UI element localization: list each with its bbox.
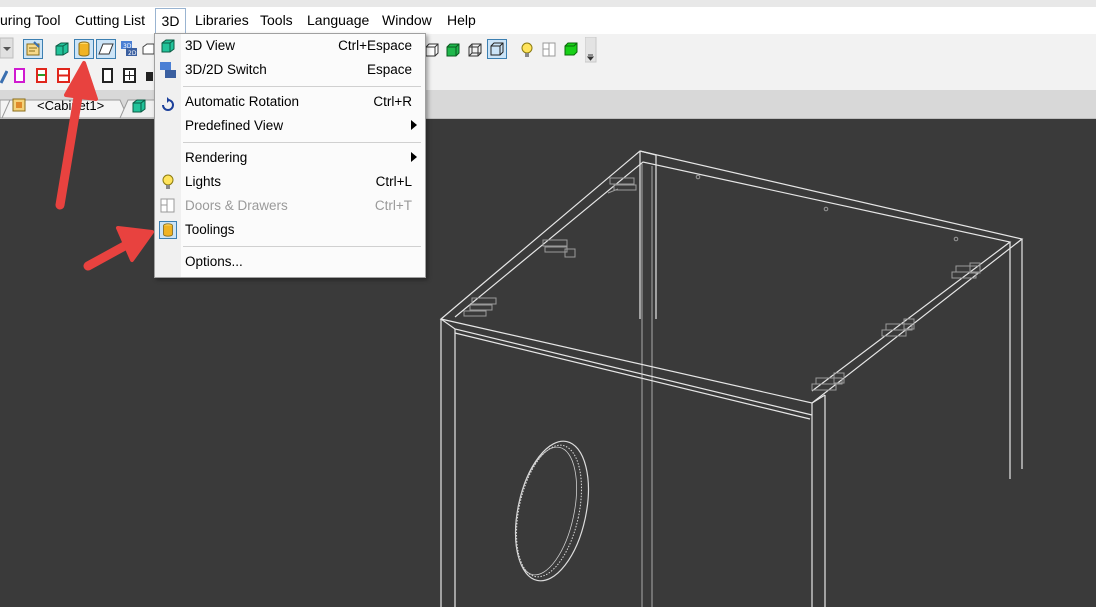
3d-tab-icon[interactable] <box>130 97 148 115</box>
annotation-arrow-right <box>83 226 154 271</box>
menu-item-3d-view[interactable]: 3D View Ctrl+Espace <box>155 34 425 58</box>
toolings-icon <box>159 221 177 239</box>
divider-panel-icon[interactable] <box>122 67 138 85</box>
menu-item-predefined-view[interactable]: Predefined View <box>155 114 425 138</box>
menu-item-shortcut: Ctrl+T <box>374 198 412 213</box>
svg-text:3D: 3D <box>123 43 132 50</box>
menu-item-shortcut: Ctrl+L <box>375 174 412 189</box>
wireframe-view-button[interactable] <box>487 39 507 59</box>
menu-help[interactable]: Help <box>447 12 476 28</box>
submenu-arrow-icon <box>411 120 417 130</box>
transparent-box-icon[interactable] <box>467 42 483 58</box>
wireframe-box-icon <box>490 42 504 56</box>
menu-item-doors-drawers: Doors & Drawers Ctrl+T <box>155 194 425 218</box>
3d-2d-switch-icon: 3D2D <box>121 41 137 57</box>
menu-separator <box>183 142 421 143</box>
menu-item-label: 3D View <box>185 38 236 53</box>
magenta-panel-icon[interactable] <box>12 67 28 85</box>
menu-tools[interactable]: Tools <box>260 12 293 28</box>
menu-item-shortcut: Espace <box>366 62 412 77</box>
menu-libraries[interactable]: Libraries <box>195 12 249 28</box>
circular-cutout <box>515 440 589 582</box>
menu-3d[interactable]: 3D <box>155 8 186 34</box>
annotation-arrow-up <box>55 61 98 210</box>
menu-item-options[interactable]: Options... <box>155 250 425 274</box>
menu-window[interactable]: Window <box>382 12 432 28</box>
doors-drawers-icon <box>160 198 175 213</box>
3d-2d-switch-button[interactable]: 3D 2D <box>119 39 139 59</box>
cabinet-wireframe <box>439 150 1024 607</box>
menu-item-label: Options... <box>185 254 243 269</box>
lightbulb-icon[interactable] <box>520 41 534 59</box>
submenu-arrow-icon <box>411 152 417 162</box>
menu-item-automatic-rotation[interactable]: Automatic Rotation Ctrl+R <box>155 90 425 114</box>
menu-item-3d-2d-switch[interactable]: 3D/2D Switch Espace <box>155 58 425 82</box>
partial-tool-icon[interactable] <box>144 67 154 85</box>
menu-item-toolings[interactable]: Toolings <box>155 218 425 242</box>
menu-item-label: Doors & Drawers <box>185 198 288 213</box>
menu-measuring-tool[interactable]: uring Tool <box>0 12 60 28</box>
menu-item-lights[interactable]: Lights Ctrl+L <box>155 170 425 194</box>
auto-rotation-icon <box>162 97 174 111</box>
doors-drawers-icon[interactable] <box>541 41 557 59</box>
menu-item-rendering[interactable]: Rendering <box>155 146 425 170</box>
menu-item-label: Toolings <box>185 222 235 237</box>
menu-item-label: Rendering <box>185 150 248 165</box>
pencil-icon[interactable] <box>0 68 8 86</box>
3d-view-icon <box>161 39 175 53</box>
solid-box-icon[interactable] <box>445 42 461 58</box>
cabinet-tab-icon <box>12 98 26 112</box>
toolbar-overflow-icon[interactable] <box>585 37 597 63</box>
menu-item-label: Predefined View <box>185 118 284 133</box>
3d-menu-dropdown: 3D View Ctrl+Espace 3D/2D Switch Espace … <box>154 33 426 278</box>
3d-2d-switch-icon <box>160 62 176 78</box>
svg-text:2D: 2D <box>128 50 137 57</box>
menu-separator <box>183 86 421 87</box>
wire-box-icon[interactable] <box>424 42 440 58</box>
dowel-fittings <box>463 174 981 391</box>
toolbar-dropdown-icon[interactable] <box>0 37 14 59</box>
menu-item-shortcut: Ctrl+R <box>373 94 412 109</box>
green-box-icon[interactable] <box>563 41 579 59</box>
menu-cutting-list[interactable]: Cutting List <box>75 12 145 28</box>
menu-language[interactable]: Language <box>307 12 369 28</box>
lightbulb-icon <box>162 174 174 189</box>
menu-separator <box>183 246 421 247</box>
title-strip <box>0 0 1096 7</box>
menu-item-shortcut: Ctrl+Espace <box>338 38 412 53</box>
menu-item-label: Lights <box>185 174 222 189</box>
menu-item-label: Automatic Rotation <box>185 94 300 109</box>
menu-item-label: 3D/2D Switch <box>185 62 267 77</box>
partial-cube-icon[interactable] <box>141 42 155 58</box>
